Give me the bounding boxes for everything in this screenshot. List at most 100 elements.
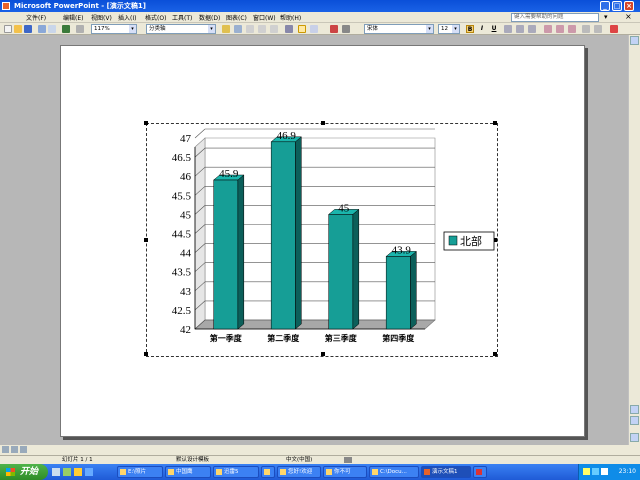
menu-chart[interactable]: 图表(C) [226,13,247,22]
align-right-icon[interactable] [528,25,536,33]
align-left-icon[interactable] [504,25,512,33]
task-unnamed[interactable] [261,466,275,478]
new-icon[interactable] [4,25,12,33]
normal-view-icon[interactable] [2,446,9,453]
slide-canvas[interactable]: 42 42.5 43 43.5 44 44.5 45 45.5 46 46.5 47 45.9 第一季度… [60,45,585,437]
format-object-icon[interactable] [222,25,230,33]
slideshow-view-icon[interactable] [20,446,27,453]
task-label: C:\Docu... [380,469,407,475]
menu-file[interactable]: 文件(F) [26,13,46,22]
y-tick-label: 44.5 [172,229,192,241]
chart-object[interactable]: 42 42.5 43 43.5 44 44.5 45 45.5 46 46.5 47 45.9 第一季度… [144,121,498,357]
help-search-input[interactable]: 键入需要帮助的问题 [511,13,599,22]
tray-icon[interactable] [583,468,590,475]
scroll-page-down-icon[interactable] [630,416,639,425]
powerpoint-app-icon [2,2,10,10]
task-presentation[interactable]: 演示文稿1 [421,466,471,478]
cut-icon[interactable] [76,25,84,33]
datasheet-icon[interactable] [298,25,306,33]
chevron-down-icon: ▾ [208,25,215,33]
currency-icon[interactable] [544,25,552,33]
y-tick-label: 45.5 [172,190,192,202]
task-photos[interactable]: E:\照片 [117,466,163,478]
tray-icon[interactable] [592,468,599,475]
task-documents[interactable]: C:\Docu... [369,466,419,478]
increase-decimal-icon[interactable] [582,25,590,33]
task-welcome[interactable]: 您好!欢迎 [277,466,321,478]
bar-side [295,136,302,330]
task-label: 您好!欢迎 [288,469,313,475]
quicklaunch-app-icon[interactable] [85,468,93,476]
sorter-view-icon[interactable] [11,446,18,453]
data-label: 45 [338,202,350,214]
menu-data[interactable]: 数据(D) [199,13,220,22]
table-icon[interactable] [246,25,254,33]
underline-button[interactable]: U [490,25,498,33]
close-icon[interactable]: × [624,1,634,11]
spelling-icon[interactable] [62,25,70,33]
quicklaunch-ie-icon[interactable] [52,468,60,476]
dropdown-arrow-icon[interactable]: ▾ [604,13,608,21]
language-indicator: 中文(中国) [286,457,313,463]
save-icon[interactable] [24,25,32,33]
font-size-combo[interactable]: 12 ▾ [438,24,460,34]
by-column-icon[interactable] [270,25,278,33]
italic-button[interactable]: I [478,25,486,33]
task-label: 演示文稿1 [432,469,458,475]
maximize-icon[interactable]: □ [612,1,622,11]
comma-icon[interactable] [568,25,576,33]
chart-objects-combo[interactable]: 分类轴 ▾ [146,24,216,34]
align-center-icon[interactable] [516,25,524,33]
start-button[interactable]: 开始 [0,464,48,480]
task-you-cannot[interactable]: 你不可 [323,466,367,478]
quicklaunch-media-icon[interactable] [74,468,82,476]
quicklaunch-desktop-icon[interactable] [63,468,71,476]
open-icon[interactable] [14,25,22,33]
menu-bar: 文件(F) 编辑(E) 视图(V) 插入(I) 格式(O) 工具(T) 数据(D… [0,12,640,23]
task-china-eagle[interactable]: 中国鹰 [165,466,211,478]
menu-window[interactable]: 窗口(W) [253,13,276,22]
vertical-scrollbar[interactable] [628,35,640,445]
scroll-up-icon[interactable] [630,36,639,45]
undo-icon[interactable] [285,25,293,33]
menu-edit[interactable]: 编辑(E) [63,13,83,22]
y-tick-label: 42 [180,324,191,336]
decrease-decimal-icon[interactable] [594,25,602,33]
percent-icon[interactable] [556,25,564,33]
zoom-value: 117% [94,26,110,32]
by-row-icon[interactable] [258,25,266,33]
menu-view[interactable]: 视图(V) [91,13,112,22]
doc-close-icon[interactable]: × [625,12,632,21]
minimize-icon[interactable]: _ [600,1,610,11]
chart-objects-value: 分类轴 [149,26,166,32]
chart-type-icon[interactable] [310,25,318,33]
y-tick-label: 47 [180,133,192,145]
zoom-combo[interactable]: 117% ▾ [91,24,137,34]
menu-insert[interactable]: 插入(I) [118,13,136,22]
start-label: 开始 [20,467,39,477]
tray-icon[interactable] [601,468,608,475]
task-label: 中国鹰 [176,469,193,475]
legend-icon[interactable] [330,25,338,33]
task-thunder[interactable]: 迅雷5 [213,466,259,478]
bar-side [237,174,245,330]
font-combo[interactable]: 宋体 ▾ [364,24,434,34]
task-misc[interactable] [473,466,487,478]
powerpoint-icon [424,469,430,475]
browser-icon [168,469,174,475]
bold-button[interactable]: B [466,25,474,33]
scroll-page-up-icon[interactable] [630,405,639,414]
y-tick-label: 43 [180,286,192,298]
scroll-down-icon[interactable] [630,433,639,442]
menu-format[interactable]: 格式(O) [145,13,166,22]
taskbar: 开始 E:\照片 中国鹰 迅雷5 您好!欢迎 你不可 C:\Docu... 演示… [0,464,640,480]
angle-text-icon[interactable] [610,25,618,33]
menu-help[interactable]: 帮助(H) [280,13,301,22]
gridline [194,128,206,139]
print-icon[interactable] [38,25,46,33]
preview-icon[interactable] [48,25,56,33]
gridlines-icon[interactable] [342,25,350,33]
toolbar: 117% ▾ 分类轴 ▾ 宋体 ▾ 12 ▾ B I U [0,23,640,35]
import-icon[interactable] [234,25,242,33]
menu-tools[interactable]: 工具(T) [172,13,192,22]
